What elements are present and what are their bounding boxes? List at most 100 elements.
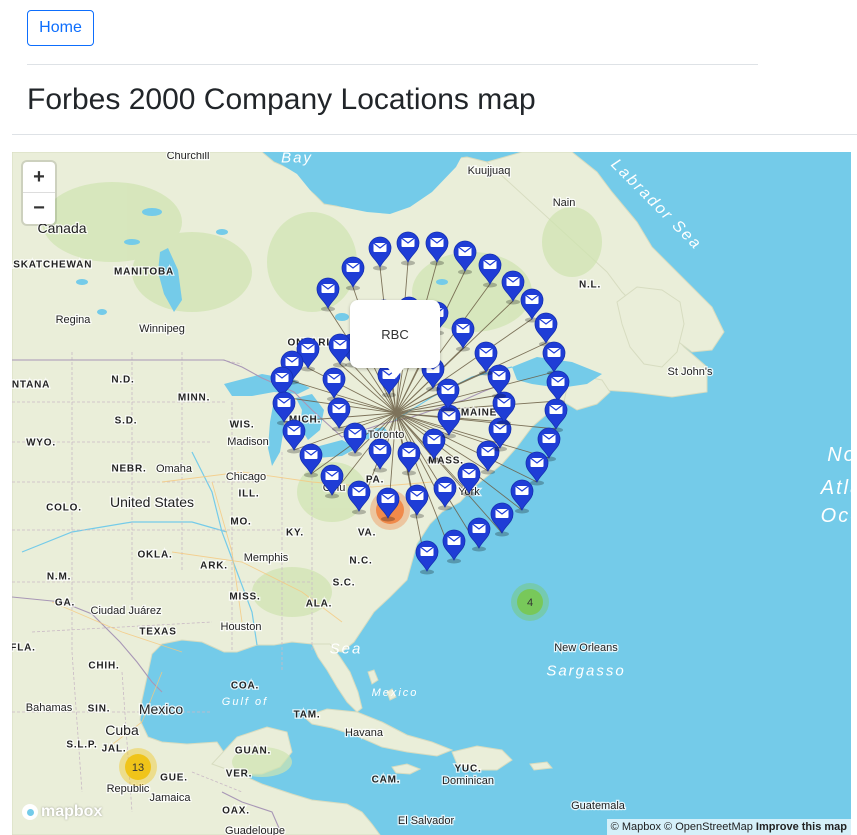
map-label: Ciudad Juárez xyxy=(91,605,162,617)
map-label: Mexico xyxy=(372,687,419,699)
location-pin-icon[interactable] xyxy=(442,529,466,564)
map-label: Chicago xyxy=(226,471,266,483)
map-label: Cuba xyxy=(105,722,139,738)
map-label: Mexico xyxy=(139,701,184,717)
map-label: Jamaica xyxy=(150,792,192,804)
map-label: COA. xyxy=(231,681,259,692)
mapbox-logo-text: mapbox xyxy=(41,803,103,820)
map-label: Regina xyxy=(56,314,92,326)
map-label: Churchill xyxy=(167,152,210,162)
zoom-control: + − xyxy=(23,162,55,224)
map-label: GA. xyxy=(55,598,75,609)
mapbox-logo-icon xyxy=(22,804,38,820)
location-pin-icon[interactable] xyxy=(525,451,549,486)
map-label: S.L.P. xyxy=(66,740,97,751)
map-label: VA. xyxy=(358,528,376,539)
divider xyxy=(12,134,857,135)
marker-popup: RBC xyxy=(350,300,440,378)
page-title: Forbes 2000 Company Locations map xyxy=(27,83,536,116)
map-label: Guadeloupe xyxy=(225,825,285,835)
map-label: PA. xyxy=(366,475,384,486)
popup-company-name: RBC xyxy=(381,326,409,342)
map-label: Toronto xyxy=(368,429,405,441)
map-label: GUE. xyxy=(160,773,188,784)
map-label: SIN. xyxy=(88,704,111,715)
map-label: YUC. xyxy=(454,764,481,775)
location-pin-icon[interactable] xyxy=(467,517,491,552)
location-pin-icon[interactable] xyxy=(490,502,514,537)
map-label: No xyxy=(827,444,851,466)
map-label: JAL. xyxy=(102,744,127,755)
cluster-marker[interactable]: 13 xyxy=(119,748,157,786)
zoom-in-button[interactable]: + xyxy=(23,162,55,192)
map-label: FLA. xyxy=(12,643,36,654)
map-label: CAM. xyxy=(372,775,401,786)
map-label: N.M. xyxy=(47,572,71,583)
map-label: MO. xyxy=(230,517,251,528)
map-label: N.L. xyxy=(579,280,601,291)
location-pin-icon[interactable] xyxy=(510,479,534,514)
map-container[interactable]: Churchill Bay Kuujjuaq Labrador Sea Nain Cana… xyxy=(12,152,851,835)
map-label: ARK. xyxy=(200,561,228,572)
map-label: N.C. xyxy=(349,556,372,567)
attribution-osm-link[interactable]: © OpenStreetMap xyxy=(664,821,753,833)
map-label: TEXAS xyxy=(139,627,176,638)
map-label: Havana xyxy=(345,727,384,739)
map-canvas[interactable]: Churchill BayKuujjuaq Labrador SeaNainCana… xyxy=(12,152,851,835)
map-label: ILL. xyxy=(239,489,260,500)
map-label: VER. xyxy=(226,769,253,780)
popup-tip xyxy=(388,368,404,378)
cluster-count: 13 xyxy=(132,762,144,774)
map-label: Atla xyxy=(820,477,851,499)
map-label: Winnipeg xyxy=(139,323,185,335)
map-label: Sea xyxy=(330,640,363,657)
map-label: S.D. xyxy=(115,416,138,427)
location-pin-icon[interactable] xyxy=(415,540,439,575)
map-label: El Salvador xyxy=(398,815,455,827)
map-label: MINN. xyxy=(178,393,210,404)
map-label: St John's xyxy=(668,366,713,378)
map-label: Memphis xyxy=(244,552,289,564)
map-label: Kuujjuaq xyxy=(468,165,511,177)
attribution-mapbox-link[interactable]: © Mapbox xyxy=(611,821,661,833)
map-label: Dominican xyxy=(442,775,494,787)
map-label: MANITOBA xyxy=(114,267,174,278)
map-label: Houston xyxy=(221,621,262,633)
map-label: N.D. xyxy=(111,375,134,386)
map-label: WIS. xyxy=(230,420,255,431)
map-label: NTANA xyxy=(12,380,50,391)
map-label: GUAN. xyxy=(235,746,271,757)
location-pin-icon[interactable] xyxy=(544,398,568,433)
map-label: NEBR. xyxy=(111,464,146,475)
mapbox-logo[interactable]: mapbox xyxy=(22,803,102,821)
map-label: United States xyxy=(110,494,194,510)
map-label: Guatemala xyxy=(571,800,626,812)
map-label: COLO. xyxy=(46,503,82,514)
map-label: Nain xyxy=(553,197,576,209)
improve-map-link[interactable]: Improve this map xyxy=(756,821,847,833)
map-label: Oce xyxy=(821,505,851,527)
divider xyxy=(27,64,758,65)
cluster-count: 4 xyxy=(527,597,533,609)
map-label: OAX. xyxy=(222,806,250,817)
map-label: ALA. xyxy=(306,599,333,610)
map-label: MISS. xyxy=(229,592,260,603)
map-label: Gulf of xyxy=(222,696,268,708)
map-label: KY. xyxy=(286,528,304,539)
map-label: Sargasso xyxy=(546,662,625,679)
map-label: Bay xyxy=(281,152,313,166)
map-label: WYO. xyxy=(26,438,56,449)
zoom-out-button[interactable]: − xyxy=(23,192,55,223)
map-label: New Orleans xyxy=(554,642,618,654)
map-label: Bahamas xyxy=(26,702,73,714)
map-label: TAM. xyxy=(294,710,321,721)
map-attribution: © Mapbox © OpenStreetMap Improve this ma… xyxy=(606,819,851,835)
map-label: OKLA. xyxy=(137,550,172,561)
home-button[interactable]: Home xyxy=(27,10,94,46)
map-label: SASKATCHEWAN xyxy=(12,260,92,271)
map-label: Omaha xyxy=(156,463,193,475)
cluster-marker[interactable]: 4 xyxy=(511,583,549,621)
map-label: MAINE xyxy=(461,408,497,419)
map-label: CHIH. xyxy=(88,661,119,672)
map-label: S.C. xyxy=(333,578,356,589)
